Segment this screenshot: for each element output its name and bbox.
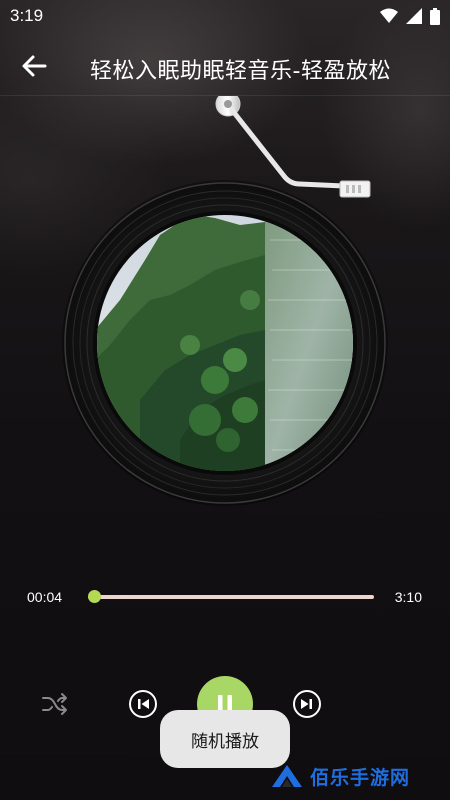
toast-text: 随机播放 [191, 731, 259, 752]
total-time: 3:10 [394, 589, 422, 605]
status-bar: 3:19 [0, 0, 450, 32]
back-button[interactable] [18, 52, 50, 80]
battery-icon [430, 7, 440, 25]
progress-thumb[interactable] [88, 590, 101, 603]
previous-button[interactable] [128, 689, 158, 719]
progress-bar[interactable] [88, 590, 374, 603]
back-arrow-icon [22, 55, 47, 77]
shuffle-button[interactable] [40, 690, 70, 718]
next-button[interactable] [292, 689, 322, 719]
toast-message: 随机播放 [160, 710, 290, 768]
watermark-text: 佰乐手游网 [310, 766, 411, 789]
status-icons [380, 7, 440, 25]
wifi-icon [380, 8, 398, 23]
status-time: 3:19 [10, 6, 44, 25]
signal-icon [406, 8, 422, 24]
header: 轻松入眠助眠轻音乐-轻盈放松 [0, 40, 450, 96]
shuffle-icon [42, 693, 67, 715]
skip-next-icon [293, 690, 321, 718]
watermark-logo-icon [272, 765, 302, 787]
page-title: 轻松入眠助眠轻音乐-轻盈放松 [90, 59, 391, 84]
skip-previous-icon [129, 690, 157, 718]
turntable [62, 96, 388, 506]
current-time: 00:04 [27, 589, 63, 605]
watermark: 佰乐手游网 [270, 761, 410, 791]
